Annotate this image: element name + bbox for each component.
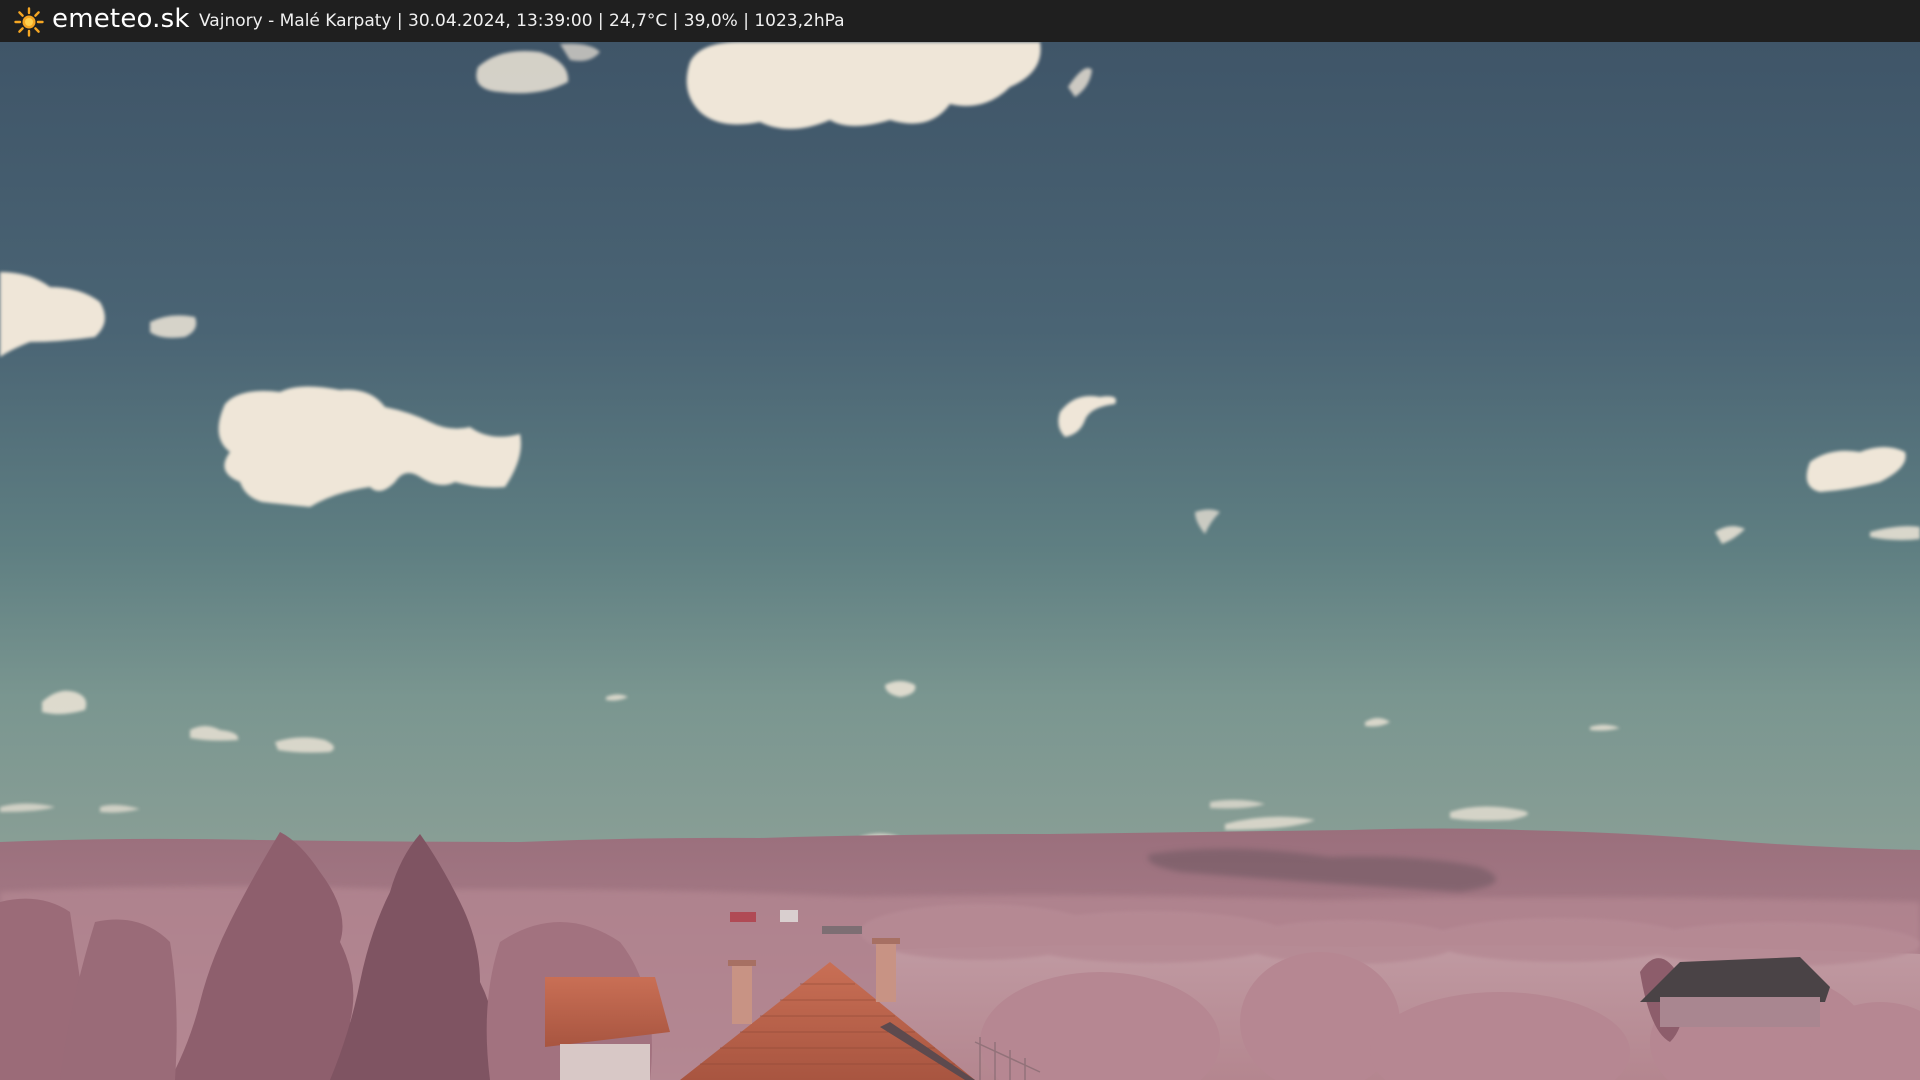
webcam-caption: Vajnory - Malé Karpaty | 30.04.2024, 13:…: [199, 11, 845, 31]
sun-icon: [14, 7, 44, 37]
webcam-image: [0, 42, 1920, 1080]
brand-logo-text[interactable]: emeteo.sk: [52, 4, 190, 34]
top-bar: emeteo.sk Vajnory - Malé Karpaty | 30.04…: [0, 0, 1920, 42]
